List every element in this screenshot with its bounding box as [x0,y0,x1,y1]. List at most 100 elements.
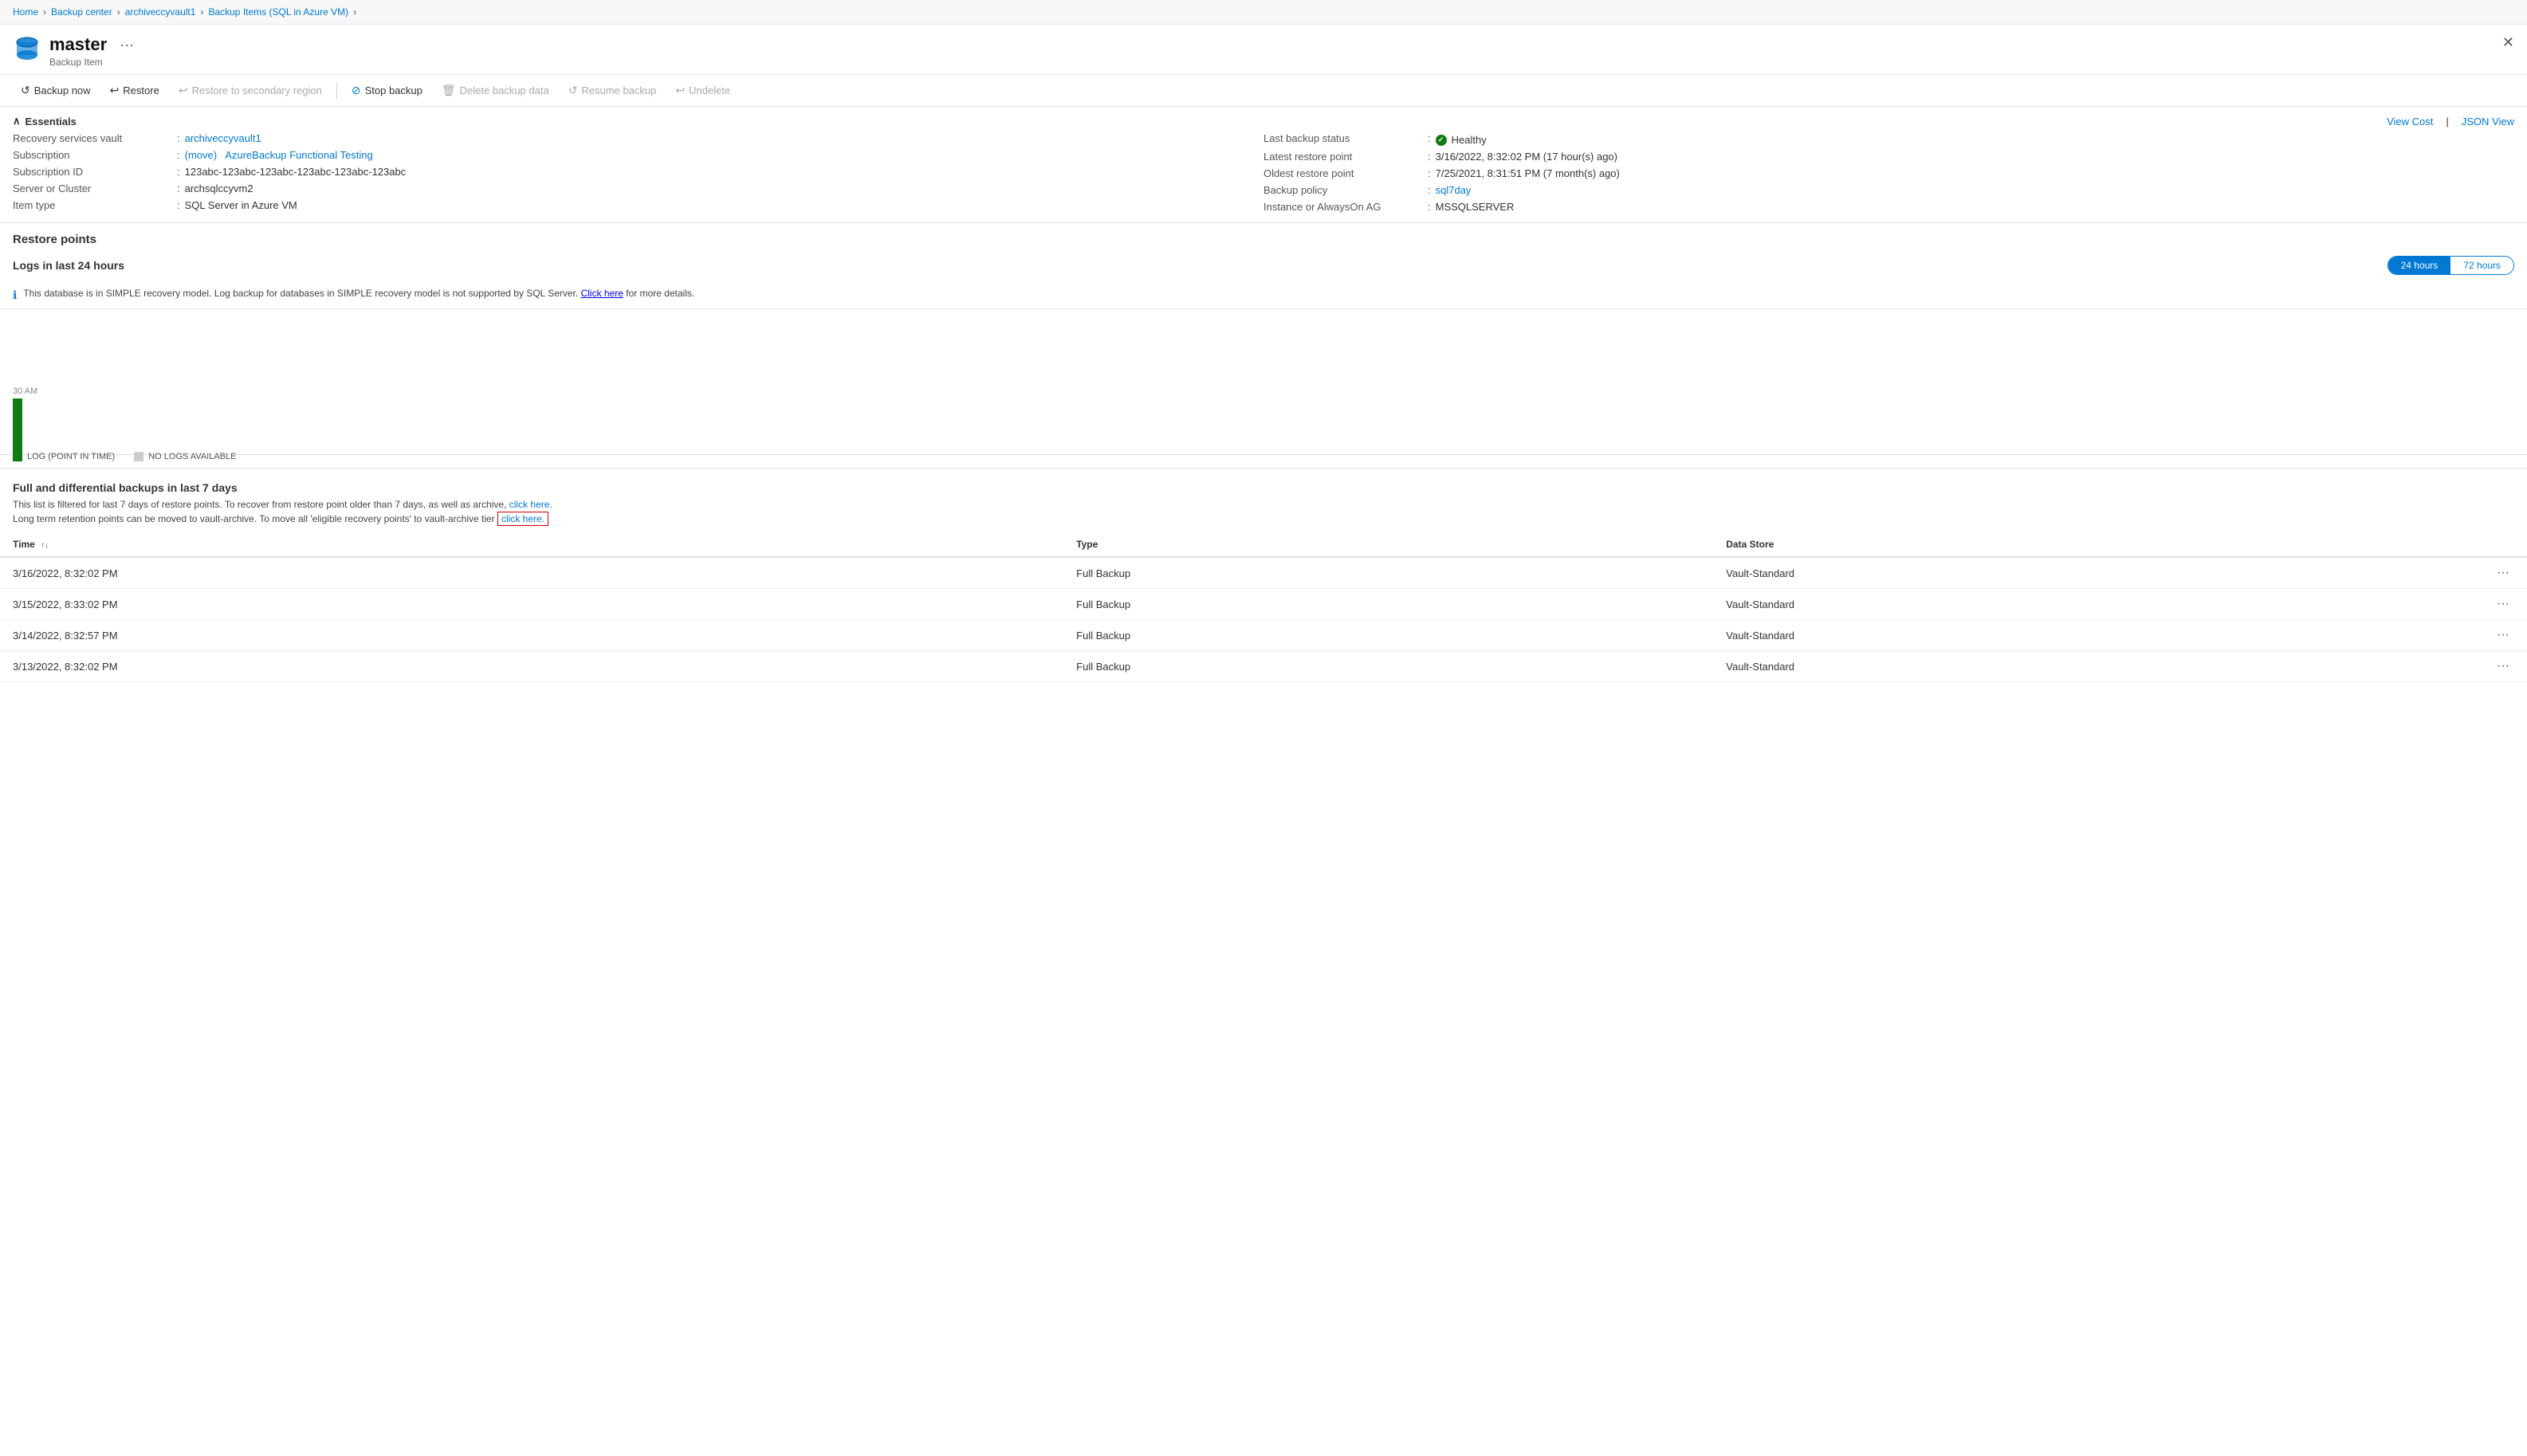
cell-datastore-2: Vault-Standard [1713,620,2479,651]
72h-toggle-button[interactable]: 72 hours [2450,257,2513,274]
table-row: 3/16/2022, 8:32:02 PM Full Backup Vault-… [0,557,2527,589]
cell-type-1: Full Backup [1063,589,1713,620]
essentials-row-oldest-restore: Oldest restore point : 7/25/2021, 8:31:5… [1264,167,2514,179]
col-time: Time ↑↓ [0,532,1063,557]
vault-link[interactable]: archiveccyvault1 [185,132,261,144]
essentials-row-item-type: Item type : SQL Server in Azure VM [13,199,1264,211]
backup-table: Time ↑↓ Type Data Store 3/16/2022, 8:32:… [0,532,2527,682]
cell-datastore-0: Vault-Standard [1713,557,2479,589]
cell-actions-0: ··· [2479,557,2527,589]
restore-label: Restore [123,84,159,96]
undelete-button[interactable]: ↩ Undelete [667,80,738,101]
restore-points-title: Restore points [0,223,2527,251]
restore-icon: ↩ [110,84,120,97]
essentials-row-vault: Recovery services vault : archiveccyvaul… [13,132,1264,144]
table-header: Time ↑↓ Type Data Store [0,532,2527,557]
24h-toggle-button[interactable]: 24 hours [2388,257,2451,274]
stop-backup-label: Stop backup [365,84,422,96]
delete-backup-button[interactable]: 🗑 Delete backup data [434,80,557,101]
full-diff-title: Full and differential backups in last 7 … [0,469,2527,499]
undelete-label: Undelete [689,84,730,96]
essentials-value-instance: MSSQLSERVER [1436,201,1515,213]
essentials-label-latest-restore: Latest restore point [1264,151,1423,163]
sort-icon-time[interactable]: ↑↓ [41,541,49,550]
stop-icon: ⊘ [352,84,361,97]
legend-no-logs: NO LOGS AVAILABLE [134,452,236,461]
click-here-link[interactable]: Click here [581,288,623,299]
essentials-row-latest-restore: Latest restore point : 3/16/2022, 8:32:0… [1264,151,2514,163]
cell-time-0: 3/16/2022, 8:32:02 PM [0,557,1063,589]
essentials-grid: Recovery services vault : archiveccyvaul… [0,132,2527,223]
legend-green-color [13,452,22,461]
row-more-button-1[interactable]: ··· [2492,595,2514,613]
json-view-link[interactable]: JSON View [2462,116,2514,128]
retention-link[interactable]: click here. [497,512,548,526]
cell-type-0: Full Backup [1063,557,1713,589]
backup-now-icon: ↺ [21,84,30,97]
essentials-label-instance: Instance or AlwaysOn AG [1264,201,1423,213]
essentials-value-sub-id: 123abc-123abc-123abc-123abc-123abc-123ab… [185,166,407,178]
subscription-move-link[interactable]: (move) [185,149,217,161]
essentials-label-sub-id: Subscription ID [13,166,172,178]
essentials-value-latest-restore: 3/16/2022, 8:32:02 PM (17 hour(s) ago) [1436,151,1617,163]
essentials-title[interactable]: ∧ Essentials [13,115,77,128]
resume-icon: ↺ [568,84,578,97]
essentials-links: View Cost | JSON View [2387,116,2514,128]
essentials-row-instance: Instance or AlwaysOn AG : MSSQLSERVER [1264,201,2514,213]
backup-table-body: 3/16/2022, 8:32:02 PM Full Backup Vault-… [0,557,2527,682]
view-cost-link[interactable]: View Cost [2387,116,2433,128]
panel-more-button[interactable]: ··· [120,37,134,53]
cell-datastore-3: Vault-Standard [1713,651,2479,682]
essentials-label-backup-status: Last backup status [1264,132,1423,144]
panel-title: master [49,34,107,55]
cell-actions-3: ··· [2479,651,2527,682]
table-row: 3/13/2022, 8:32:02 PM Full Backup Vault-… [0,651,2527,682]
policy-link[interactable]: sql7day [1436,184,1472,196]
panel-header: master ··· Backup Item ✕ [0,25,2527,75]
stop-backup-button[interactable]: ⊘ Stop backup [344,80,430,101]
legend-log: LOG (POINT IN TIME) [13,452,115,461]
essentials-header: ∧ Essentials View Cost | JSON View [0,107,2527,132]
essentials-row-subscription: Subscription : (move) AzureBackup Functi… [13,149,1264,161]
breadcrumb-backup-items[interactable]: Backup Items (SQL in Azure VM) [208,6,348,18]
row-more-button-3[interactable]: ··· [2492,657,2514,675]
toolbar-separator-1 [336,83,337,99]
undelete-icon: ↩ [675,84,685,97]
resume-backup-button[interactable]: ↺ Resume backup [560,80,665,101]
backup-now-button[interactable]: ↺ Backup now [13,80,99,101]
row-more-button-0[interactable]: ··· [2492,564,2514,582]
chart-legend: LOG (POINT IN TIME) NO LOGS AVAILABLE [13,445,236,468]
cell-datastore-1: Vault-Standard [1713,589,2479,620]
subscription-name-link[interactable]: AzureBackup Functional Testing [225,149,372,161]
logs-title: Logs in last 24 hours [13,259,124,272]
cell-time-1: 3/15/2022, 8:33:02 PM [0,589,1063,620]
row-more-button-2[interactable]: ··· [2492,626,2514,644]
breadcrumb-backup-center[interactable]: Backup center [51,6,112,18]
restore-secondary-button[interactable]: ↩ Restore to secondary region [171,80,330,101]
legend-no-logs-label: NO LOGS AVAILABLE [148,452,236,461]
close-button[interactable]: ✕ [2502,34,2514,51]
essentials-label: Essentials [26,116,77,128]
legend-log-label: LOG (POINT IN TIME) [27,452,115,461]
breadcrumb-vault[interactable]: archiveccyvault1 [125,6,196,18]
full-diff-link1[interactable]: click here. [509,499,552,510]
essentials-label-vault: Recovery services vault [13,132,172,144]
cell-actions-2: ··· [2479,620,2527,651]
breadcrumb-home[interactable]: Home [13,6,38,18]
panel-title-block: master ··· Backup Item [49,34,134,68]
legend-gray-color [134,452,143,461]
chart-area: 30 AM LOG (POINT IN TIME) NO LOGS AVAILA… [0,309,2527,469]
chart-time-label: 30 AM [13,387,37,396]
info-text: This database is in SIMPLE recovery mode… [23,288,694,299]
restore-button[interactable]: ↩ Restore [102,80,167,101]
essentials-label-subscription: Subscription [13,149,172,161]
breadcrumb-sep-4: › [353,6,356,18]
breadcrumb-sep-2: › [117,6,120,18]
cell-type-3: Full Backup [1063,651,1713,682]
full-diff-desc1: This list is filtered for last 7 days of… [0,499,2527,513]
essentials-value-server: archsqlccyvm2 [185,182,253,194]
essentials-value-subscription: (move) AzureBackup Functional Testing [185,149,373,161]
breadcrumb-sep-1: › [43,6,46,18]
resume-backup-label: Resume backup [581,84,656,96]
restore-secondary-label: Restore to secondary region [192,84,322,96]
